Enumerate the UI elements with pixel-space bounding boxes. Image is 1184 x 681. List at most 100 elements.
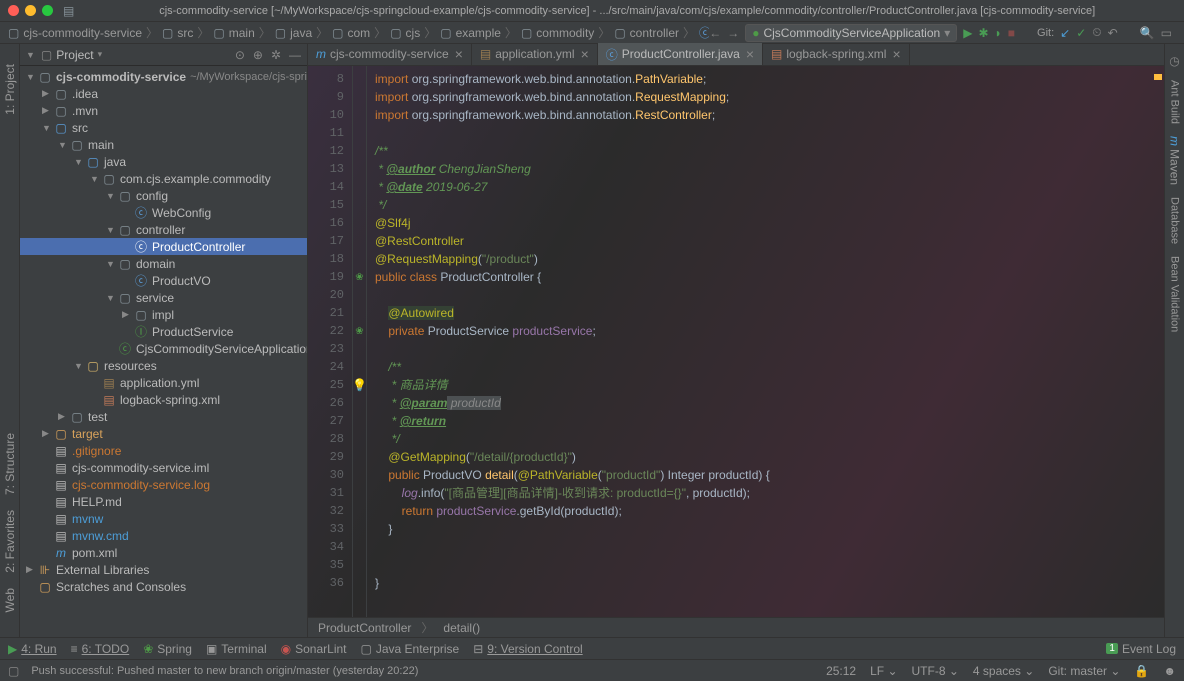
expand-icon[interactable]: ⊕ [253, 48, 263, 62]
event-log-tab[interactable]: 1Event Log [1106, 642, 1176, 656]
tree-item[interactable]: ⓒCjsCommodityServiceApplication [20, 340, 307, 357]
breadcrumb-item[interactable]: ▢src [162, 26, 193, 40]
status-icon[interactable]: ▢ [8, 664, 19, 678]
git-branch[interactable]: Git: master ⌄ [1048, 664, 1120, 678]
tree-item[interactable]: ⒾProductService [20, 323, 307, 340]
javaee-tool-tab[interactable]: ▢Java Enterprise [361, 642, 460, 656]
code-editor[interactable]: import org.springframework.web.bind.anno… [367, 66, 1164, 617]
tree-item[interactable]: ▼▢service [20, 289, 307, 306]
tree-item[interactable]: ▤cjs-commodity-service.iml [20, 459, 307, 476]
web-tool-tab[interactable]: Web [3, 588, 17, 612]
tree-item[interactable]: ▼▢main [20, 136, 307, 153]
tree-item[interactable]: ▶▢target [20, 425, 307, 442]
encoding[interactable]: UTF-8 ⌄ [912, 664, 959, 678]
editor-tab-active[interactable]: ⓒProductController.java× [598, 43, 763, 65]
tree-item[interactable]: ▢Scratches and Consoles [20, 578, 307, 595]
tree-item[interactable]: ▶▢.idea [20, 85, 307, 102]
gauge-icon[interactable]: ◷ [1169, 54, 1179, 68]
stop-icon[interactable]: ■ [1008, 26, 1015, 40]
history-icon[interactable]: ⏲ [1092, 25, 1101, 40]
search-icon[interactable]: 🔍 [1140, 26, 1155, 40]
hector-icon[interactable]: ☻ [1163, 664, 1176, 678]
indent[interactable]: 4 spaces ⌄ [973, 664, 1034, 678]
lightbulb-icon[interactable]: 💡 [352, 378, 367, 392]
breadcrumb-item[interactable]: ▢cjs-commodity-service [8, 26, 142, 40]
breadcrumb-item[interactable]: ProductController [318, 621, 411, 635]
project-tree[interactable]: ▼▢cjs-commodity-service~/MyWorkspace/cjs… [20, 66, 307, 637]
chevron-down-icon[interactable]: ▼ [26, 50, 35, 60]
revert-icon[interactable]: ↶ [1108, 26, 1118, 40]
close-icon[interactable]: × [581, 46, 589, 62]
breadcrumb-item[interactable]: ▢commodity [521, 26, 594, 40]
tree-item[interactable]: ⓒProductVO [20, 272, 307, 289]
debug-icon[interactable]: ✱ [978, 26, 988, 40]
sonar-tool-tab[interactable]: ◉SonarLint [281, 642, 347, 656]
tree-item[interactable]: ▤.gitignore [20, 442, 307, 459]
tree-item[interactable]: ▶▢.mvn [20, 102, 307, 119]
line-separator[interactable]: LF ⌄ [870, 664, 897, 678]
run-icon[interactable]: ▶ [963, 26, 972, 40]
breadcrumb-item[interactable]: ▢main [213, 26, 254, 40]
tree-item[interactable]: ▤mvnw.cmd [20, 527, 307, 544]
update-icon[interactable]: ↙ [1060, 26, 1070, 40]
run-configuration[interactable]: ●CjsCommodityServiceApplication▾ [745, 24, 957, 42]
back-icon[interactable]: ← [709, 26, 721, 40]
tree-item-selected[interactable]: ⓒProductController [20, 238, 307, 255]
bean-tool-tab[interactable]: Bean Validation [1169, 256, 1181, 332]
terminal-tool-tab[interactable]: ▣Terminal [206, 642, 267, 656]
commit-icon[interactable]: ✓ [1076, 26, 1086, 40]
breadcrumb-item[interactable]: ⓒProductController [699, 24, 709, 41]
spring-icon[interactable]: ❀ [355, 272, 363, 283]
editor-body[interactable]: 891011 12131415 16171819 20212223 242526… [308, 66, 1164, 617]
lock-icon[interactable]: 🔒 [1134, 664, 1149, 678]
forward-icon[interactable]: → [727, 26, 739, 40]
scrollbar[interactable] [1154, 66, 1164, 617]
close-icon[interactable]: × [746, 46, 754, 62]
spring-icon[interactable]: ❀ [355, 326, 363, 337]
tree-item[interactable]: ▤application.yml [20, 374, 307, 391]
run-tool-tab[interactable]: ▶4: Run [8, 642, 57, 656]
close-icon[interactable]: × [455, 46, 463, 62]
tree-item[interactable]: ▼▢controller [20, 221, 307, 238]
editor-tab[interactable]: mcjs-commodity-service× [308, 43, 472, 65]
tree-item[interactable]: ▤logback-spring.xml [20, 391, 307, 408]
breadcrumb-item[interactable]: detail() [443, 621, 480, 635]
tree-item[interactable]: ▤cjs-commodity-service.log [20, 476, 307, 493]
gear-icon[interactable]: ✲ [271, 48, 281, 62]
tree-item[interactable]: ⓒWebConfig [20, 204, 307, 221]
maximize-icon[interactable] [42, 5, 53, 16]
hide-icon[interactable]: — [289, 48, 301, 62]
cursor-position[interactable]: 25:12 [826, 664, 856, 678]
vcs-tool-tab[interactable]: ⊟9: Version Control [473, 642, 582, 656]
breadcrumb-item[interactable]: ▢com [332, 26, 370, 40]
minimize-icon[interactable] [25, 5, 36, 16]
structure-tool-tab[interactable]: 7: Structure [3, 433, 17, 495]
coverage-icon[interactable]: ◗ [995, 26, 1002, 40]
breadcrumb-item[interactable]: ▢cjs [390, 26, 420, 40]
hierarchy-icon[interactable]: ▭ [1161, 26, 1172, 40]
panel-title[interactable]: ▢Project▾ [41, 48, 102, 62]
tree-item[interactable]: ▼▢com.cjs.example.commodity [20, 170, 307, 187]
tree-item[interactable]: ▤HELP.md [20, 493, 307, 510]
breadcrumb-item[interactable]: ▢java [275, 26, 312, 40]
editor-tab[interactable]: ▤logback-spring.xml× [763, 43, 910, 65]
tree-item[interactable]: ▶▢impl [20, 306, 307, 323]
breadcrumb-item[interactable]: ▢example [440, 26, 501, 40]
tree-item[interactable]: ▶▢test [20, 408, 307, 425]
select-opened-icon[interactable]: ⊙ [235, 48, 245, 62]
tree-item[interactable]: ▶⊪External Libraries [20, 561, 307, 578]
favorites-tool-tab[interactable]: 2: Favorites [3, 510, 17, 573]
tree-item[interactable]: ▼▢src [20, 119, 307, 136]
close-icon[interactable]: × [892, 46, 900, 62]
tree-item[interactable]: ▼▢domain [20, 255, 307, 272]
ant-tool-tab[interactable]: Ant Build [1169, 80, 1181, 124]
close-icon[interactable] [8, 5, 19, 16]
spring-tool-tab[interactable]: ❀Spring [143, 642, 192, 656]
tree-item[interactable]: ▼▢resources [20, 357, 307, 374]
breadcrumb-item[interactable]: ▢controller [614, 26, 679, 40]
tree-item[interactable]: ▼▢java [20, 153, 307, 170]
tree-item[interactable]: ▼▢config [20, 187, 307, 204]
project-tool-tab[interactable]: 1: Project [3, 64, 17, 115]
tree-item[interactable]: ▤mvnw [20, 510, 307, 527]
tree-item[interactable]: mpom.xml [20, 544, 307, 561]
